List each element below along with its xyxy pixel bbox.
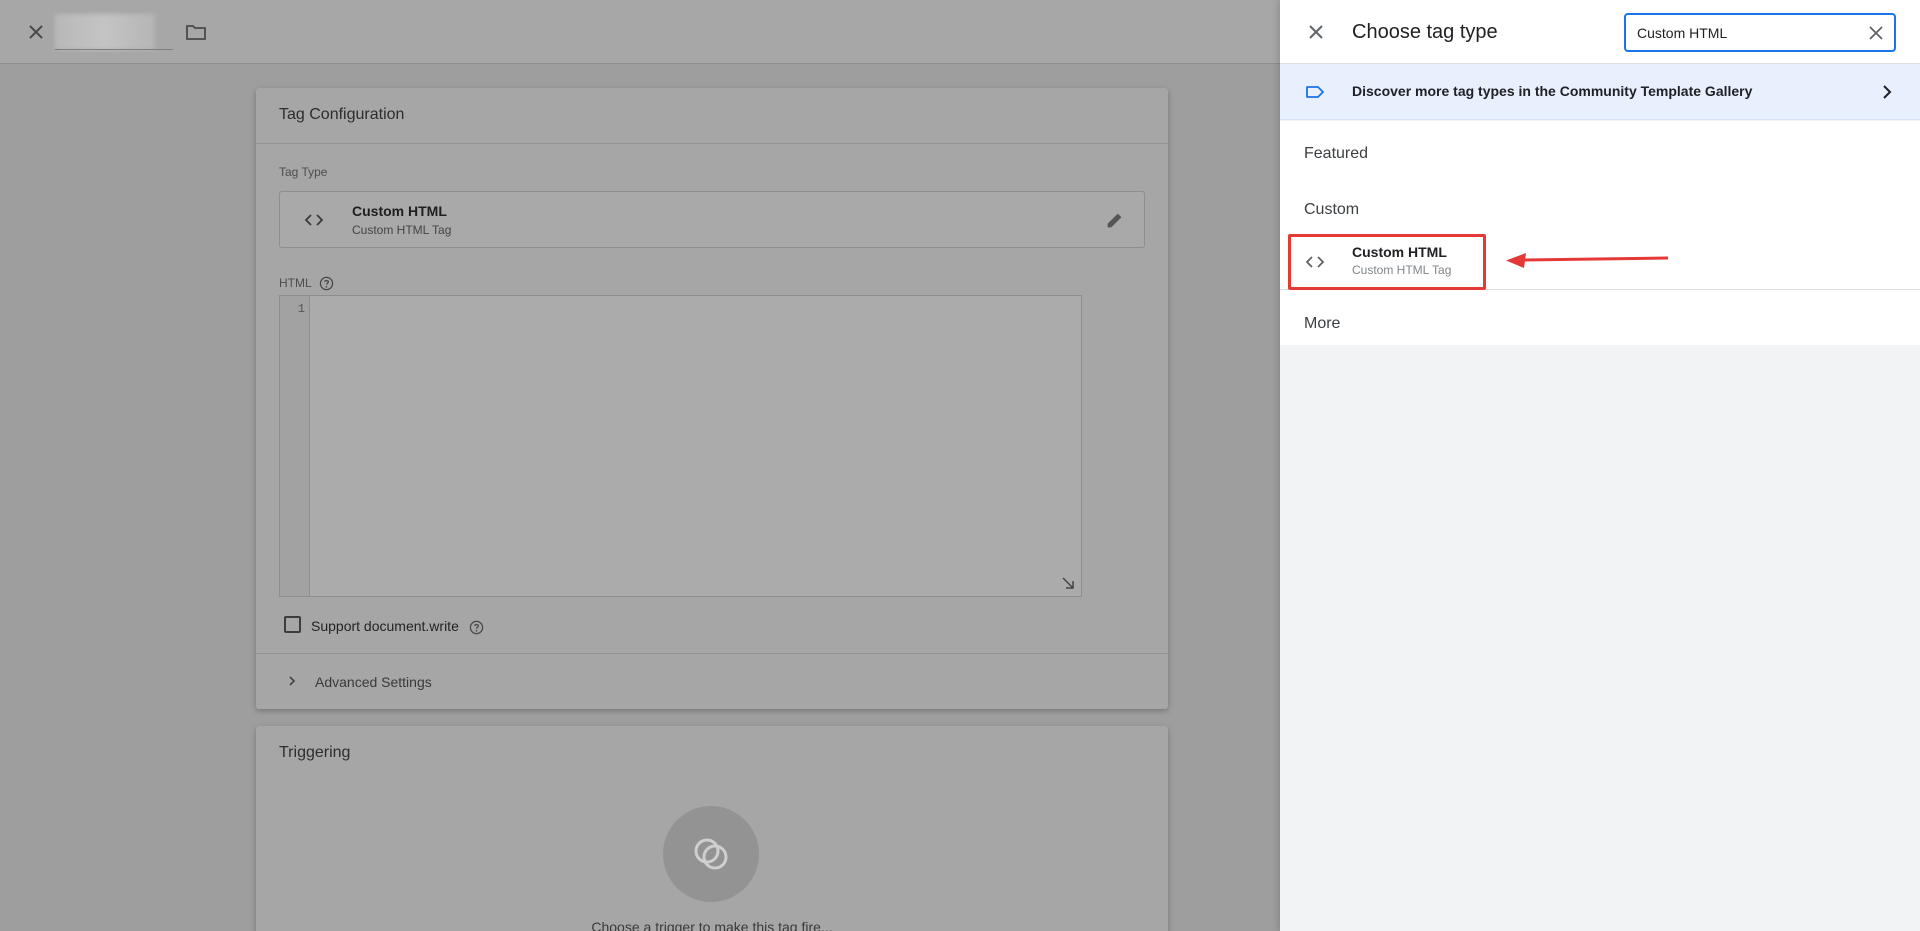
list-item-title: Custom HTML [1352, 244, 1447, 260]
section-custom: Custom [1304, 201, 1360, 218]
card-title: Triggering [279, 744, 351, 761]
html-code-editor[interactable]: 1 [279, 295, 1082, 597]
support-document-write-text: Support document.write [311, 618, 459, 634]
tag-name-underline [55, 49, 173, 50]
clear-search-icon[interactable] [1866, 23, 1886, 43]
tag-type-list: Featured Custom Custom HTML Custom HTML … [1280, 121, 1920, 345]
tag-name-field[interactable] [55, 14, 155, 50]
support-document-write-label: Support document.write [311, 618, 484, 635]
html-label: HTML [279, 276, 334, 291]
line-gutter: 1 [280, 296, 310, 596]
section-more[interactable]: More [1304, 315, 1340, 333]
tag-type-selector[interactable]: Custom HTML Custom HTML Tag [279, 191, 1145, 248]
chevron-right-icon [289, 676, 296, 686]
panel-header: Choose tag type [1280, 0, 1920, 64]
tag-configuration-card: Tag Configuration Tag Type Custom HTML C… [256, 88, 1168, 709]
tag-type-subtitle: Custom HTML Tag [352, 223, 452, 237]
help-icon[interactable] [469, 620, 484, 635]
html-label-text: HTML [279, 276, 312, 290]
folder-icon[interactable] [184, 20, 208, 44]
community-gallery-link[interactable]: Discover more tag types in the Community… [1280, 64, 1920, 120]
section-divider [1280, 289, 1920, 290]
resize-handle-icon[interactable] [1061, 576, 1075, 590]
trigger-icon [694, 838, 728, 870]
card-title: Tag Configuration [256, 88, 1168, 144]
list-item-subtitle: Custom HTML Tag [1352, 263, 1452, 277]
trigger-hint: Choose a trigger to make this tag fire..… [591, 919, 833, 931]
triggering-card: Triggering Choose a trigger to make this… [256, 726, 1168, 931]
close-icon[interactable] [1304, 20, 1328, 44]
community-gallery-text: Discover more tag types in the Community… [1352, 83, 1753, 99]
search-input[interactable] [1637, 22, 1857, 44]
close-icon[interactable] [24, 20, 48, 44]
tag-type-label: Tag Type [279, 165, 328, 179]
advanced-settings-row[interactable]: Advanced Settings [256, 653, 1168, 709]
list-item-custom-html[interactable]: Custom HTML Custom HTML Tag [1280, 234, 1920, 290]
code-icon [304, 214, 324, 226]
tag-type-title: Custom HTML [352, 203, 447, 219]
pencil-icon[interactable] [1104, 209, 1126, 231]
label-tag-icon [1306, 86, 1324, 98]
chevron-right-icon [1883, 85, 1892, 99]
choose-tag-type-panel: Choose tag type Discover more tag types … [1280, 0, 1920, 931]
code-icon [1305, 256, 1325, 268]
panel-title: Choose tag type [1352, 21, 1498, 43]
advanced-settings-label: Advanced Settings [315, 674, 432, 690]
search-box[interactable] [1624, 13, 1896, 52]
help-icon[interactable] [319, 276, 334, 291]
line-number: 1 [297, 302, 305, 316]
section-featured: Featured [1304, 145, 1369, 162]
support-document-write-checkbox[interactable] [284, 616, 301, 633]
editor-topbar [0, 0, 1280, 64]
trigger-placeholder-button[interactable] [663, 806, 759, 902]
